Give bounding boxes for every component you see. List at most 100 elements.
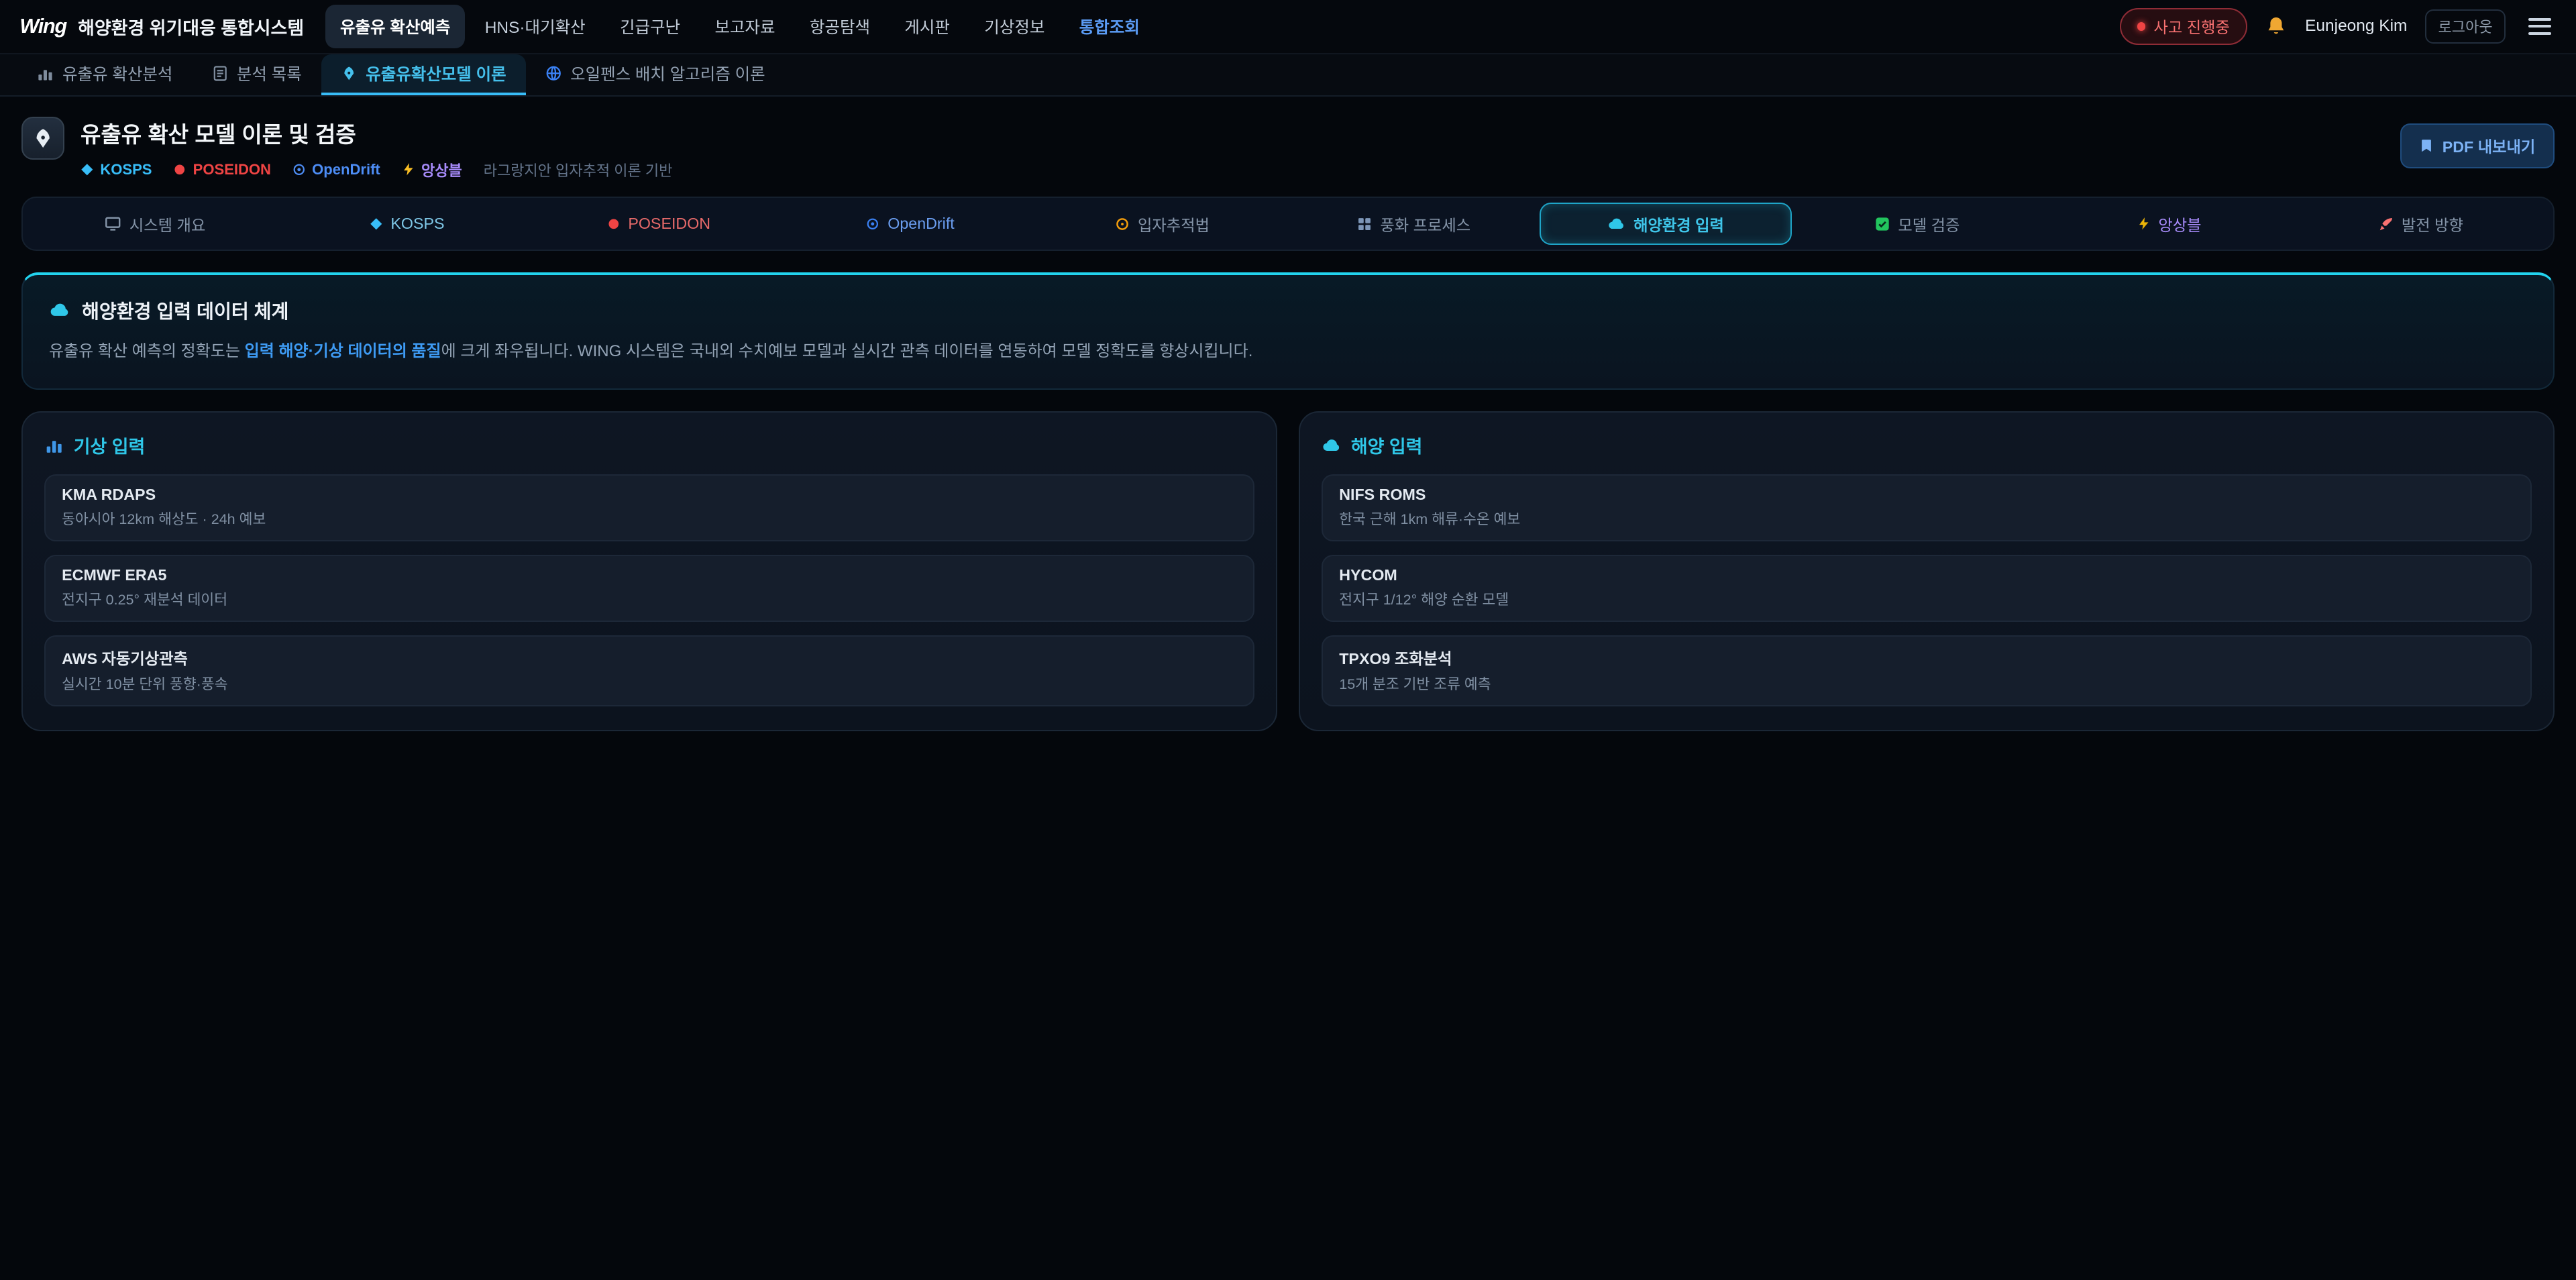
card-title: 해양 입력 (1351, 432, 1423, 458)
tab-label: 오일펜스 배치 알고리즘 이론 (570, 62, 765, 85)
section-description: 유출유 확산 예측의 정확도는 입력 해양·기상 데이터의 품질에 크게 좌우됩… (49, 339, 2527, 364)
bell-icon[interactable] (2265, 15, 2287, 37)
list-item: KMA RDAPS 동아시아 12km 해상도 · 24h 예보 (44, 474, 1255, 541)
item-name: ECMWF ERA5 (62, 566, 1237, 584)
section-nav-poseidon[interactable]: POSEIDON (533, 205, 784, 242)
check-square-icon (1875, 217, 1890, 231)
weather-input-card: 기상 입력 KMA RDAPS 동아시아 12km 해상도 · 24h 예보 E… (21, 411, 1277, 731)
incident-status-label: 사고 진행중 (2153, 15, 2229, 38)
item-desc: 한국 근해 1km 해류·수온 예보 (1339, 508, 2514, 529)
nav-item-oil-spill-forecast[interactable]: 유출유 확산예측 (325, 5, 465, 48)
nav-item-hns-air-diffusion[interactable]: HNS·대기확산 (470, 5, 600, 48)
chart-icon (36, 64, 54, 83)
section-head: 해양환경 입력 데이터 체계 (49, 297, 2527, 324)
globe-icon (292, 163, 306, 176)
topbar-right: 사고 진행중 Eunjeong Kim 로그아웃 (2120, 8, 2557, 45)
tab-bar: 유출유 확산분석 분석 목록 유출유확산모델 이론 오일펜스 배치 알고리즘 이… (0, 54, 2576, 97)
page-header: 유출유 확산 모델 이론 및 검증 KOSPS POSEIDON OpenDri… (21, 113, 2555, 197)
section-nav-particle-tracking[interactable]: 입자추적법 (1036, 203, 1288, 244)
badge-ensemble: 앙상블 (402, 159, 462, 180)
badge-opendrift: OpenDrift (292, 161, 380, 178)
main-content: 유출유 확산 모델 이론 및 검증 KOSPS POSEIDON OpenDri… (0, 97, 2576, 763)
card-head: 해양 입력 (1322, 432, 2532, 458)
list-item: AWS 자동기상관측 실시간 10분 단위 풍향·풍속 (44, 635, 1255, 707)
section-nav-opendrift[interactable]: OpenDrift (784, 205, 1036, 242)
list-item: NIFS ROMS 한국 근해 1km 해류·수온 예보 (1322, 474, 2532, 541)
badge-poseidon: POSEIDON (173, 161, 271, 178)
main-nav: 유출유 확산예측 HNS·대기확산 긴급구난 보고자료 항공탐색 게시판 기상정… (325, 5, 1155, 48)
incident-dot-icon (2137, 22, 2145, 30)
item-name: HYCOM (1339, 566, 2514, 584)
top-navigation-bar: Wing 해양환경 위기대응 통합시스템 유출유 확산예측 HNS·대기확산 긴… (0, 0, 2576, 54)
rocket-icon (2379, 217, 2394, 231)
pdf-export-button[interactable]: PDF 내보내기 (2400, 123, 2555, 168)
grid-icon (1357, 217, 1372, 231)
target-icon (1115, 217, 1130, 231)
bookmark-icon (2419, 138, 2434, 154)
monitor-icon (105, 215, 121, 231)
item-desc: 실시간 10분 단위 풍향·풍속 (62, 673, 1237, 694)
nav-item-aerial-search[interactable]: 항공탐색 (795, 5, 885, 48)
bolt-icon (402, 161, 415, 177)
pen-nib-icon (341, 64, 357, 83)
globe-icon (545, 65, 561, 81)
item-desc: 전지구 1/12° 해양 순환 모델 (1339, 588, 2514, 609)
card-head: 기상 입력 (44, 432, 1255, 458)
tab-oil-fence-algorithm-theory[interactable]: 오일펜스 배치 알고리즘 이론 (526, 54, 785, 96)
nav-item-integrated-search[interactable]: 통합조회 (1065, 5, 1155, 48)
item-name: NIFS ROMS (1339, 486, 2514, 504)
input-data-cards: 기상 입력 KMA RDAPS 동아시아 12km 해상도 · 24h 예보 E… (21, 411, 2555, 764)
pen-nib-icon (21, 117, 64, 160)
cloud-icon (1322, 435, 1341, 455)
wing-logo: Wing (19, 15, 66, 38)
section-nav-model-validation[interactable]: 모델 검증 (1792, 203, 2043, 244)
model-badge-row: KOSPS POSEIDON OpenDrift 앙상블 라그랑지안 입자추 (80, 159, 672, 180)
logout-button[interactable]: 로그아웃 (2425, 9, 2505, 44)
dot-icon (607, 217, 621, 231)
app-title: 해양환경 위기대응 통합시스템 (78, 13, 304, 40)
section-nav-system-overview[interactable]: 시스템 개요 (30, 203, 281, 244)
item-desc: 15개 분조 기반 조류 예측 (1339, 673, 2514, 694)
tab-oil-spill-analysis[interactable]: 유출유 확산분석 (16, 54, 192, 96)
page-subtitle: 라그랑지안 입자추적 이론 기반 (484, 159, 673, 180)
hamburger-menu-icon[interactable] (2524, 13, 2557, 40)
item-name: AWS 자동기상관측 (62, 646, 1237, 669)
list-item: ECMWF ERA5 전지구 0.25° 재분석 데이터 (44, 555, 1255, 622)
tab-label: 유출유확산모델 이론 (366, 62, 506, 85)
document-list-icon (212, 64, 228, 83)
page-title: 유출유 확산 모델 이론 및 검증 (80, 117, 672, 149)
card-title: 기상 입력 (74, 432, 146, 458)
nav-item-reports[interactable]: 보고자료 (700, 5, 790, 48)
highlighted-text: 입력 해양·기상 데이터의 품질 (245, 342, 441, 360)
item-name: TPXO9 조화분석 (1339, 646, 2514, 669)
incident-status-badge[interactable]: 사고 진행중 (2120, 8, 2248, 45)
section-nav-ensemble[interactable]: 앙상블 (2043, 203, 2295, 244)
list-item: HYCOM 전지구 1/12° 해양 순환 모델 (1322, 555, 2532, 622)
section-nav-future-direction[interactable]: 발전 방향 (2295, 203, 2546, 244)
section-nav-weathering-process[interactable]: 풍화 프로세스 (1288, 203, 1540, 244)
item-desc: 전지구 0.25° 재분석 데이터 (62, 588, 1237, 609)
badge-kosps: KOSPS (80, 161, 152, 178)
marine-input-section: 해양환경 입력 데이터 체계 유출유 확산 예측의 정확도는 입력 해양·기상 … (21, 272, 2555, 390)
section-nav-kosps[interactable]: KOSPS (281, 205, 533, 242)
title-block: 유출유 확산 모델 이론 및 검증 KOSPS POSEIDON OpenDri… (80, 117, 672, 180)
tab-label: 분석 목록 (237, 62, 302, 85)
tab-diffusion-model-theory[interactable]: 유출유확산모델 이론 (321, 54, 526, 96)
ocean-input-card: 해양 입력 NIFS ROMS 한국 근해 1km 해류·수온 예보 HYCOM… (1299, 411, 2555, 731)
user-name: Eunjeong Kim (2305, 17, 2407, 36)
section-title: 해양환경 입력 데이터 체계 (82, 297, 288, 324)
section-nav: 시스템 개요 KOSPS POSEIDON OpenDrift 입자추적법 풍화… (21, 197, 2555, 251)
bar-chart-icon (44, 435, 64, 455)
nav-item-weather-info[interactable]: 기상정보 (969, 5, 1059, 48)
section-nav-marine-environment-input[interactable]: 해양환경 입력 (1540, 203, 1791, 244)
tab-analysis-list[interactable]: 분석 목록 (193, 54, 321, 96)
list-item: TPXO9 조화분석 15개 분조 기반 조류 예측 (1322, 635, 2532, 707)
nav-item-emergency-rescue[interactable]: 긴급구난 (605, 5, 695, 48)
cloud-icon (49, 299, 70, 321)
globe-icon (866, 217, 879, 231)
brand[interactable]: Wing 해양환경 위기대응 통합시스템 (19, 13, 304, 40)
item-desc: 동아시아 12km 해상도 · 24h 예보 (62, 508, 1237, 529)
nav-item-board[interactable]: 게시판 (890, 5, 965, 48)
tab-label: 유출유 확산분석 (62, 62, 172, 85)
diamond-icon (80, 163, 94, 176)
